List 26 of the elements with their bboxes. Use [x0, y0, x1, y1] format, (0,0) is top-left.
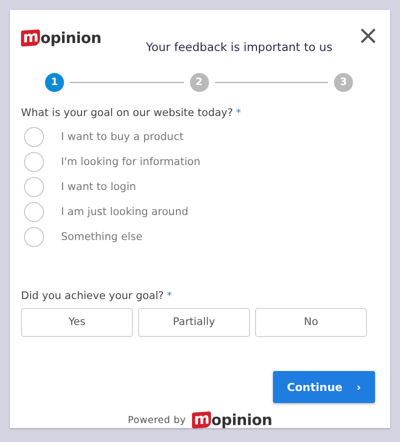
option-label[interactable]: I am just looking around: [61, 206, 188, 218]
option-label[interactable]: I want to buy a product: [61, 130, 184, 143]
close-button[interactable]: ×: [357, 26, 379, 46]
question-label: Did you achieve your goal? *: [21, 290, 173, 302]
logo-mark: m: [21, 29, 40, 47]
continue-button[interactable]: Continue ›: [273, 371, 375, 403]
step-indicator: 2: [190, 73, 208, 92]
option-label[interactable]: I'm looking for information: [61, 156, 200, 168]
step-indicator: 1: [45, 73, 64, 92]
footer-logo-text: opinion: [211, 412, 272, 428]
powered-by-text: Powered by: [128, 414, 186, 426]
step-indicator: 3: [334, 73, 353, 92]
question-label: What is your goal on our website today? *: [21, 107, 241, 120]
answer-button[interactable]: Yes: [21, 308, 133, 337]
radio-button[interactable]: [24, 226, 44, 247]
answer-button[interactable]: No: [255, 308, 367, 337]
survey-title: Your feedback is important to us: [146, 40, 332, 54]
radio-button[interactable]: [24, 152, 44, 172]
option-label[interactable]: Something else: [61, 230, 142, 243]
option-label[interactable]: I want to login: [61, 180, 136, 193]
radio-button[interactable]: [24, 176, 44, 197]
logo-text: opinion: [40, 30, 102, 46]
footer-logo-mark: m: [192, 411, 212, 429]
radio-button[interactable]: [24, 202, 44, 222]
answer-button[interactable]: Partially: [138, 308, 250, 337]
radio-button[interactable]: [24, 126, 44, 147]
